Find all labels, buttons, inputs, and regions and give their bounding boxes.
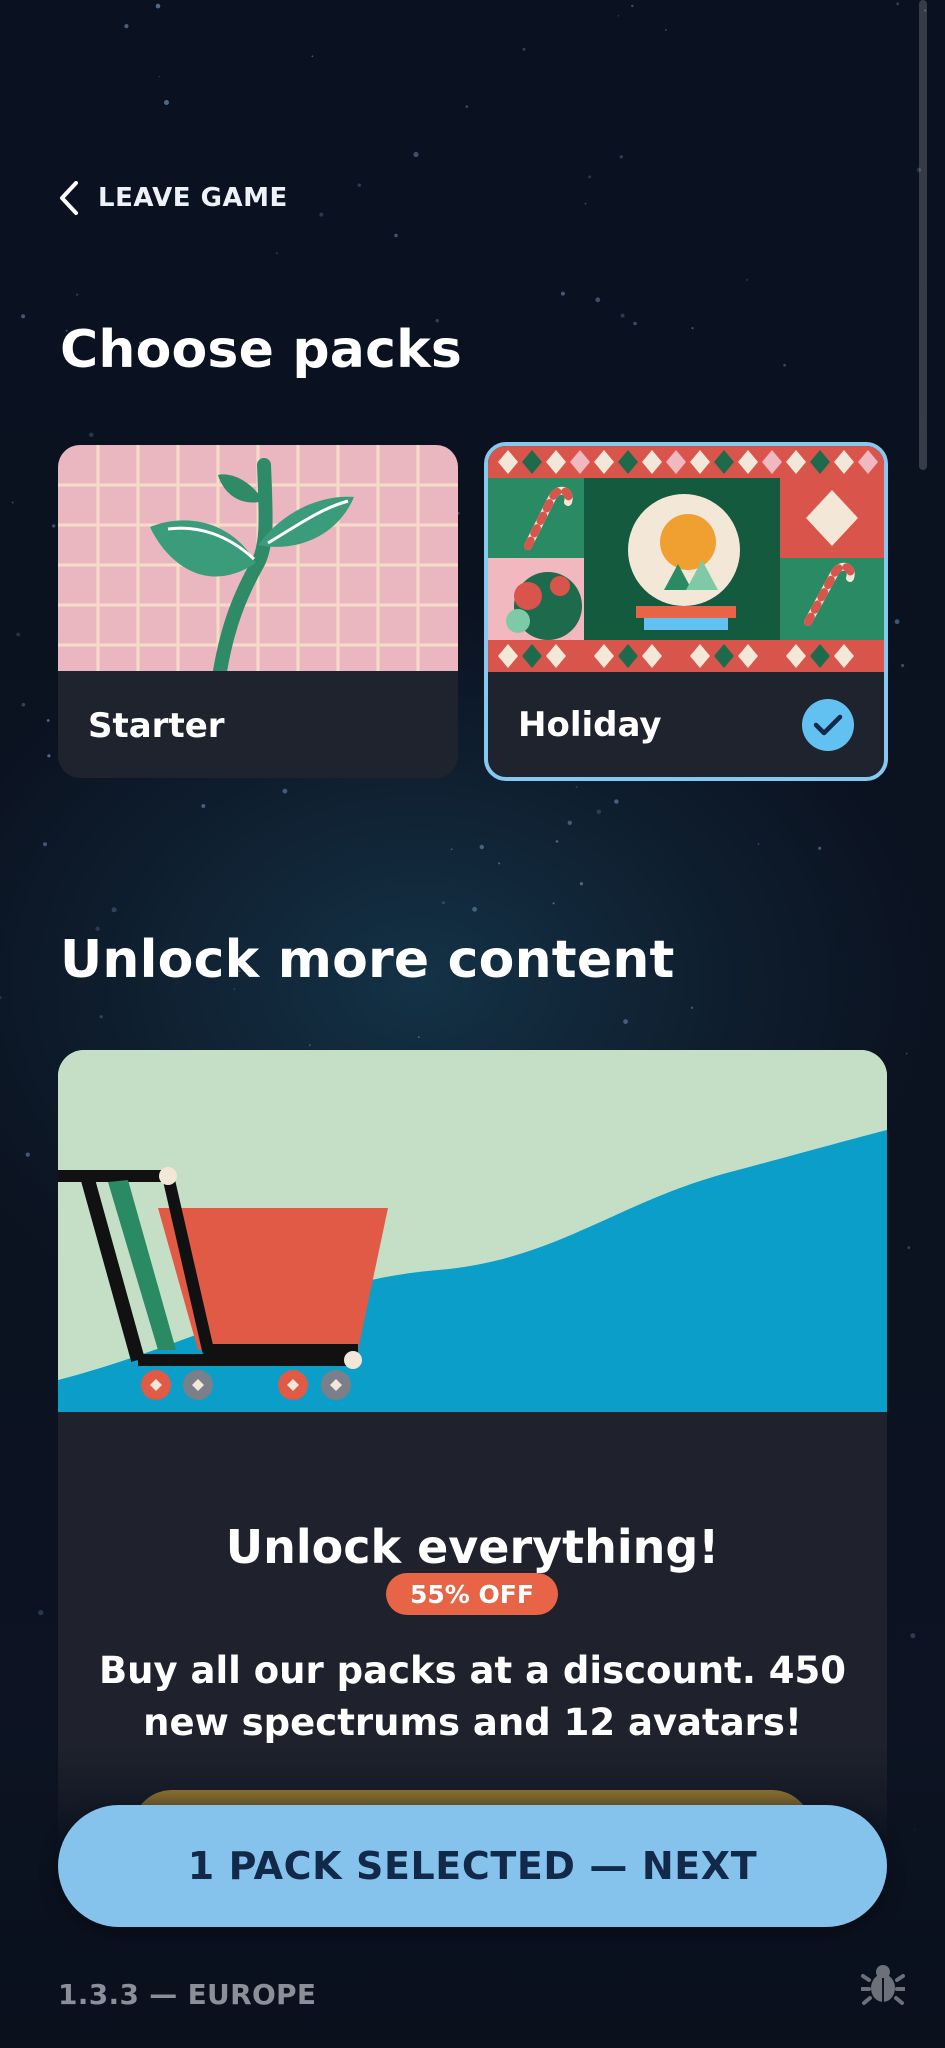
pack-card-starter[interactable]: Starter — [58, 445, 458, 778]
choose-packs-heading: Choose packs — [60, 320, 463, 380]
chevron-left-icon — [60, 181, 78, 215]
promo-title: Unlock everything! — [225, 1520, 720, 1574]
scrollbar-thumb[interactable] — [919, 0, 927, 470]
pack-footer: Starter — [58, 674, 458, 778]
scrollbar[interactable] — [919, 0, 927, 2048]
starter-pack-artwork — [58, 445, 458, 671]
selected-checkmark-icon — [802, 699, 854, 751]
version-region-label: 1.3.3 — EUROPE — [58, 1978, 317, 2011]
leave-game-button[interactable]: LEAVE GAME — [58, 180, 288, 216]
pack-title-starter: Starter — [88, 706, 225, 746]
pack-title-holiday: Holiday — [518, 705, 662, 745]
promo-description: Buy all our packs at a discount. 450 new… — [98, 1649, 846, 1744]
next-button[interactable]: 1 PACK SELECTED — NEXT — [58, 1805, 887, 1927]
shopping-cart-artwork — [58, 1050, 887, 1412]
next-button-label: 1 PACK SELECTED — NEXT — [187, 1844, 758, 1888]
bug-icon[interactable] — [861, 1962, 905, 2006]
leave-game-label: LEAVE GAME — [98, 183, 288, 213]
holiday-pack-artwork — [488, 446, 884, 672]
pack-card-holiday[interactable]: Holiday — [484, 442, 888, 781]
discount-badge: 55% OFF — [386, 1573, 558, 1615]
unlock-more-heading: Unlock more content — [60, 930, 675, 990]
